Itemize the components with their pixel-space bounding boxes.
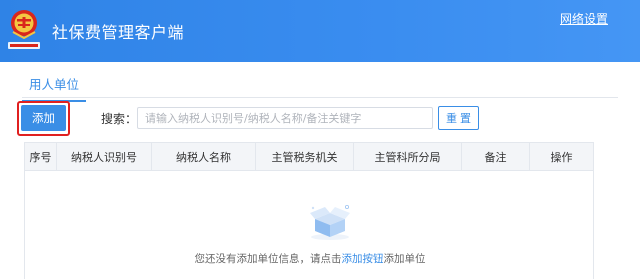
tax-emblem-icon [8, 10, 40, 49]
empty-state-message: 您还没有添加单位信息，请点击添加按钮添加单位 [25, 251, 595, 266]
table-header: 序号 纳税人识别号 纳税人名称 主管税务机关 主管科所分局 备注 操作 [25, 143, 593, 171]
search-input[interactable] [137, 107, 433, 129]
column-header-taxpayer-name: 纳税人名称 [152, 143, 256, 170]
add-button[interactable]: 添加 [21, 105, 66, 131]
column-header-branch-office: 主管科所分局 [354, 143, 462, 170]
column-header-remark: 备注 [462, 143, 530, 170]
column-header-taxpayer-id: 纳税人识别号 [57, 143, 152, 170]
column-header-actions: 操作 [550, 150, 573, 164]
employer-table: 序号 纳税人识别号 纳税人名称 主管税务机关 主管科所分局 备注 操作 您还没有… [24, 142, 594, 279]
empty-state-prefix: 您还没有添加单位信息，请点击 [194, 253, 342, 265]
column-header-index: 序号 [25, 143, 57, 170]
tab-divider [22, 97, 618, 98]
empty-box-icon [310, 205, 350, 240]
search-label: 搜索： [101, 112, 138, 126]
empty-state-add-link[interactable]: 添加按钮 [342, 253, 384, 265]
reset-button[interactable]: 重 置 [438, 106, 479, 130]
column-header-tax-authority: 主管税务机关 [256, 143, 354, 170]
empty-state-suffix: 添加单位 [383, 253, 426, 265]
title-bar: 社保费管理客户端 网络设置 [0, 0, 640, 62]
network-settings-link[interactable]: 网络设置 [560, 10, 608, 27]
app-title: 社保费管理客户端 [52, 23, 185, 42]
